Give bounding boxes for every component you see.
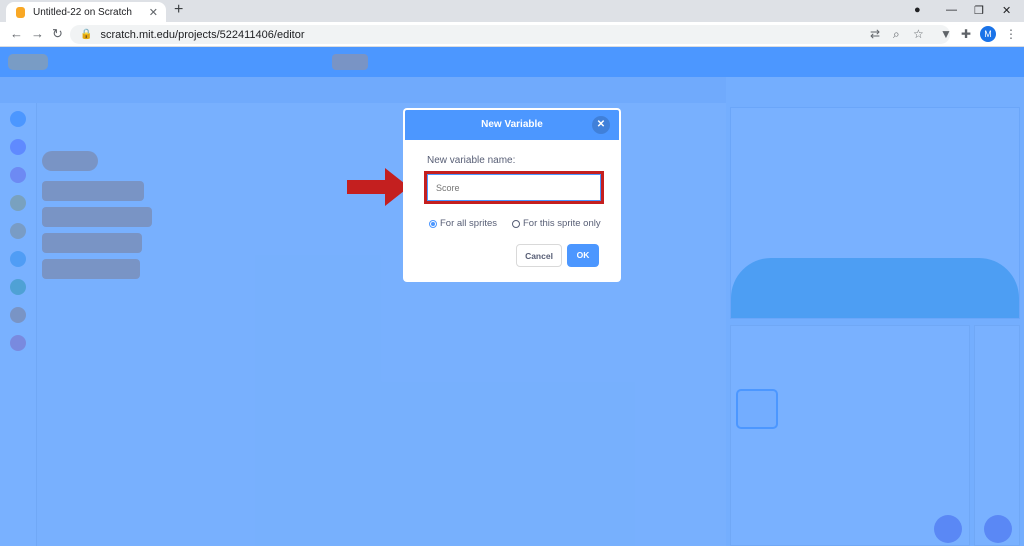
more-menu-icon[interactable]: ⋮ (1005, 27, 1017, 41)
extension-icon[interactable]: ▼ (940, 27, 952, 41)
lock-icon: 🔒 (80, 29, 93, 40)
tab-title: Untitled-22 on Scratch (33, 6, 132, 18)
puzzle-icon[interactable]: ✚ (961, 27, 971, 41)
radio-for-all-sprites[interactable]: For all sprites (429, 218, 497, 229)
reload-icon[interactable]: ↻ (52, 26, 63, 42)
browser-tab-strip: Untitled-22 on Scratch ✕ + ● — ❐ ✕ (0, 0, 1024, 22)
variable-name-label: New variable name: (427, 155, 516, 166)
omnibox[interactable]: 🔒 scratch.mit.edu/projects/522411406/edi… (70, 25, 950, 44)
option-all-label: For all sprites (440, 218, 498, 229)
back-icon[interactable]: ← (10, 26, 23, 41)
radio-for-this-sprite[interactable]: For this sprite only (512, 218, 601, 229)
radio-unselected-icon[interactable] (512, 219, 520, 228)
variable-name-input[interactable] (427, 174, 601, 201)
restore-icon[interactable]: ❐ (974, 4, 984, 17)
zoom-icon[interactable]: ⌕ (893, 27, 900, 42)
tab-close-icon[interactable]: ✕ (149, 6, 158, 19)
highlight-box (424, 171, 604, 204)
forward-icon[interactable]: → (31, 26, 44, 41)
profile-menu-icon[interactable]: ● (914, 4, 921, 16)
scratch-favicon-icon (16, 6, 25, 18)
avatar[interactable]: M (980, 26, 996, 42)
dialog-close-icon[interactable]: ✕ (592, 116, 610, 134)
dialog-title: New Variable (481, 119, 543, 130)
ok-button[interactable]: OK (567, 244, 599, 267)
browser-tab[interactable]: Untitled-22 on Scratch ✕ (6, 2, 166, 22)
red-arrow-annotation (347, 168, 409, 206)
dialog-header: New Variable ✕ (405, 110, 619, 140)
new-variable-dialog: New Variable ✕ New variable name: For al… (403, 108, 621, 282)
radio-selected-icon[interactable] (429, 219, 437, 228)
bookmark-star-icon[interactable]: ☆ (913, 27, 924, 41)
window-close-icon[interactable]: ✕ (1002, 4, 1011, 17)
address-bar-row: ← → ↻ 🔒 scratch.mit.edu/projects/5224114… (0, 22, 1024, 47)
translate-icon[interactable]: ⇄ (870, 27, 880, 41)
option-this-label: For this sprite only (523, 218, 601, 229)
url-text: scratch.mit.edu/projects/522411406/edito… (100, 28, 305, 41)
minimize-icon[interactable]: — (946, 4, 957, 16)
cancel-button[interactable]: Cancel (516, 244, 562, 267)
new-tab-button[interactable]: + (174, 1, 183, 19)
